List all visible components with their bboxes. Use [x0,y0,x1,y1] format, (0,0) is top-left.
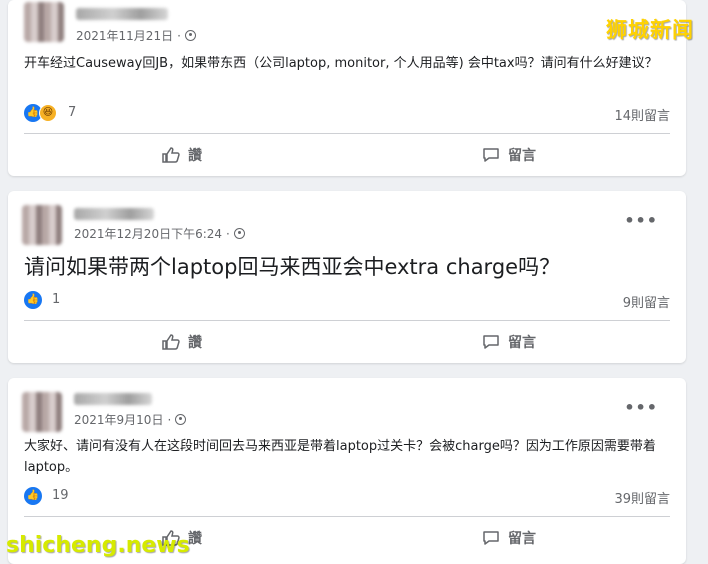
post-date[interactable]: 2021年12月20日下午6:24 [74,225,222,242]
comment-count[interactable]: 39則留言 [614,488,670,507]
reactions-row[interactable]: 👍 19 39則留言 [24,487,670,507]
author-name-blurred[interactable] [76,8,168,20]
comment-bubble-icon [482,334,500,350]
author-name-blurred[interactable] [74,208,154,220]
comment-label: 留言 [508,148,536,164]
comment-button[interactable]: 留言 [482,145,536,165]
globe-icon [184,30,196,41]
more-options-icon[interactable]: ••• [624,211,658,230]
post-meta: 2021年11月21日 · [76,27,196,44]
comment-label: 留言 [508,335,536,351]
divider [24,320,670,321]
reaction-count[interactable]: 1 [52,292,60,307]
comment-bubble-icon [482,530,500,546]
post-text: 大家好、请问有没有人在这段时间回去马来西亚是带着laptop过关卡？会被char… [24,439,656,475]
post-meta: 2021年9月10日 · [74,411,187,428]
avatar[interactable] [24,2,64,42]
divider [24,133,670,134]
post-text: 开车经过Causeway回JB，如果带东西（公司laptop, monitor,… [24,56,658,71]
comment-count[interactable]: 14則留言 [614,105,670,124]
post-meta: 2021年12月20日下午6:24 · [74,225,245,242]
comment-label: 留言 [508,531,536,547]
like-label: 讚 [188,148,202,164]
reaction-count[interactable]: 7 [68,105,76,120]
like-button[interactable]: 讚 [162,332,202,352]
post-card: 2021年12月20日下午6:24 · ••• 请问如果带两个laptop回马来… [8,191,686,363]
like-label: 讚 [188,335,202,351]
avatar[interactable] [22,205,62,245]
comment-button[interactable]: 留言 [482,528,536,548]
reactions-row[interactable]: 👍 1 9則留言 [24,291,670,311]
like-reaction-icon: 👍 [24,291,42,309]
post-text: 请问如果带两个laptop回马来西亚会中extra charge吗？ [24,255,561,279]
like-reaction-icon: 👍 [24,487,42,505]
comment-bubble-icon [482,147,500,163]
thumbs-up-icon [162,147,180,163]
avatar[interactable] [22,392,62,432]
post-card: 2021年11月21日 · 开车经过Causeway回JB，如果带东西（公司la… [8,0,686,176]
globe-icon [175,414,187,425]
like-button[interactable]: 讚 [162,145,202,165]
comment-button[interactable]: 留言 [482,332,536,352]
watermark-logo-top: 狮城新闻 [606,18,694,42]
divider [24,516,670,517]
post-date[interactable]: 2021年9月10日 [74,411,163,428]
haha-reaction-icon: 😆 [39,104,57,122]
like-label: 讚 [188,531,202,547]
post-date[interactable]: 2021年11月21日 [76,27,173,44]
reaction-count[interactable]: 19 [52,488,69,503]
comment-count[interactable]: 9則留言 [623,292,670,311]
watermark-logo-bottom: shicheng.news [6,533,190,558]
author-name-blurred[interactable] [74,393,152,405]
globe-icon [233,228,245,239]
thumbs-up-icon [162,334,180,350]
more-options-icon[interactable]: ••• [624,398,658,417]
reactions-row[interactable]: 👍 😆 7 14則留言 [24,104,670,124]
